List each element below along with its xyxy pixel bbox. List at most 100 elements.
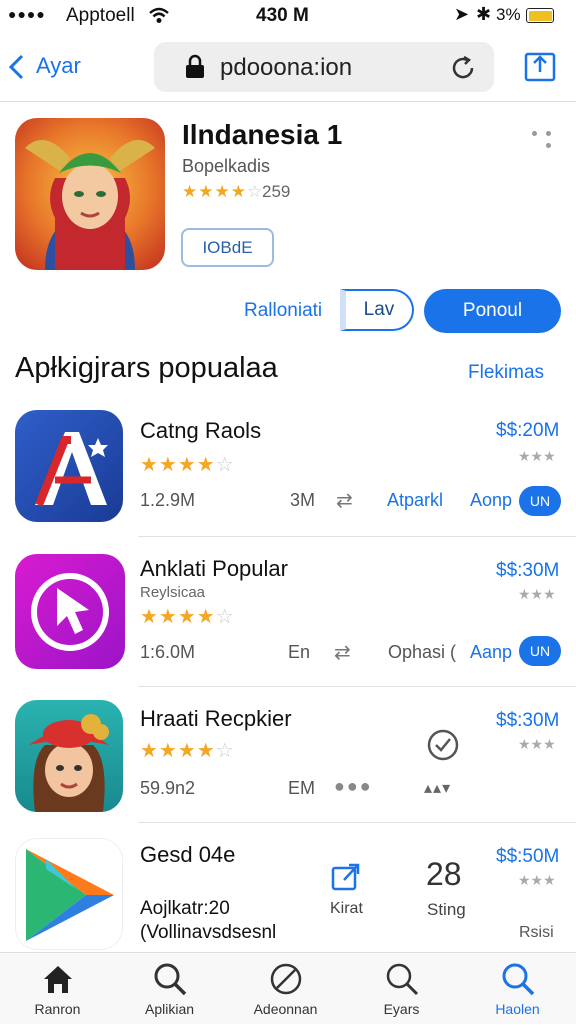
tab-label: Aplikian xyxy=(144,1001,195,1017)
carrier-label: Apptoell xyxy=(66,5,135,26)
tab-label: Ranron xyxy=(34,1001,81,1017)
search-icon xyxy=(154,963,187,996)
home-icon xyxy=(44,966,72,993)
tab-active[interactable]: Haolen xyxy=(460,953,575,1025)
app-detail-line: (Vollinavsdsesnl xyxy=(140,922,277,943)
app-name: Catng Raols xyxy=(140,418,262,443)
search-icon xyxy=(386,963,419,996)
divider xyxy=(138,536,576,537)
tab-search[interactable]: Eyars xyxy=(344,953,459,1025)
featured-app: Ilndanesia 1 Bopelkadis ★★★★☆ 259 IOBdE … xyxy=(0,103,576,343)
share-icon[interactable] xyxy=(330,860,362,892)
wifi-icon xyxy=(149,7,169,23)
app-meta: 3M xyxy=(290,490,316,510)
bluetooth-icon: ✱ xyxy=(476,4,492,24)
segment-right[interactable]: Lav xyxy=(340,289,414,331)
app-price: $$:30M xyxy=(496,560,560,581)
app-name: Gesd 04e xyxy=(140,842,236,867)
segment-left[interactable]: Ralloniati xyxy=(244,300,322,322)
chevron-left-icon xyxy=(8,54,24,80)
app-size: 1.2.9M xyxy=(140,490,196,510)
play-cursor-icon xyxy=(31,573,109,651)
app-price: $$:30M xyxy=(496,710,560,731)
install-link[interactable]: Aanp xyxy=(470,642,512,663)
lock-icon xyxy=(186,54,204,78)
more-dots-icon[interactable]: ●●● xyxy=(334,776,373,797)
tab-updates[interactable]: Adeonnan xyxy=(228,953,343,1025)
compass-icon xyxy=(270,963,302,995)
list-item[interactable]: Hraati Recpkier $$:30M ★★★★☆ ★★★ ▴▴▾ 59.… xyxy=(0,694,576,824)
character-illustration xyxy=(25,140,155,270)
list-item[interactable]: Gesd 04e $$:50M ★★★ Kirat 28 Sting Aojlk… xyxy=(0,830,576,952)
reload-icon[interactable] xyxy=(450,54,478,82)
battery-icon xyxy=(526,8,554,23)
app-icon xyxy=(15,700,123,812)
stat-value: 28 xyxy=(426,856,462,892)
app-meta: En xyxy=(288,642,311,662)
app-detail-line: Aojlkatr:20 xyxy=(140,898,230,919)
list-item[interactable]: Catng Raols $$:20M ★★★★☆ ★★★ 1.2.9M 3M ⇄… xyxy=(0,400,576,536)
featured-app-developer: Bopelkadis xyxy=(182,156,271,176)
mini-rating-stars: ★★★ xyxy=(518,736,556,752)
tab-apps[interactable]: Aplikian xyxy=(112,953,227,1025)
location-icon: ➤ xyxy=(454,4,470,24)
app-price: $$:20M xyxy=(496,420,560,441)
app-price: $$:50M xyxy=(496,846,560,867)
share-icon[interactable] xyxy=(522,48,558,84)
compare-icon: ⇄ xyxy=(334,642,351,664)
stat-label: Sting xyxy=(427,900,466,919)
mini-rating-stars: ★★★ xyxy=(518,448,556,464)
battery-label: 3% xyxy=(496,5,521,24)
install-link[interactable]: Aonp xyxy=(470,490,512,511)
app-icon xyxy=(15,554,125,669)
featured-app-rating-stars: ★★★★☆ xyxy=(182,182,264,201)
tab-label: Adeonnan xyxy=(253,1001,318,1017)
rating-stars: ★★★★☆ xyxy=(140,740,235,762)
status-bar: ●●●● Apptoell 430 M ➤ ✱ 3% xyxy=(0,0,576,34)
extra-label: Rsisi xyxy=(519,924,554,941)
app-icon xyxy=(15,410,123,522)
app-action[interactable]: Ophasi ( xyxy=(388,642,456,663)
app-subtitle: Reylsicaa xyxy=(140,584,206,601)
download-button[interactable]: IOBdE xyxy=(181,228,274,267)
see-all-link[interactable]: Flekimas xyxy=(468,362,544,384)
url-text: pdooona:ion xyxy=(220,54,353,81)
section-title: Apłkigjrars popualaa xyxy=(15,352,278,384)
primary-action-button[interactable]: Ponoul xyxy=(424,289,561,333)
featured-app-title: Ilndanesia 1 xyxy=(182,119,343,150)
app-size: 1:6.0M xyxy=(140,642,196,662)
get-button[interactable]: UN xyxy=(519,636,561,666)
tab-label: Eyars xyxy=(383,1001,420,1017)
more-options-icon[interactable] xyxy=(528,131,558,151)
address-bar[interactable]: pdooona:ion xyxy=(154,42,494,92)
compare-icon: ⇄ xyxy=(336,490,353,512)
list-item[interactable]: Anklati Popular Reylsicaa $$:30M ★★★★☆ ★… xyxy=(0,544,576,684)
action-label[interactable]: Kirat xyxy=(330,900,363,918)
chart-mini-icon: ▴▴▾ xyxy=(424,780,452,797)
tab-label: Haolen xyxy=(495,1001,540,1017)
search-icon xyxy=(502,963,535,996)
character-illustration xyxy=(29,714,109,812)
signal-icon: ●●●● xyxy=(8,6,46,22)
tab-bar: Ranron Aplikian Adeonnan Eyars Haolen xyxy=(0,952,576,1024)
browser-nav-bar: Ayar pdooona:ion xyxy=(0,34,576,102)
check-circle-icon[interactable] xyxy=(426,728,460,762)
app-size: 59.9n2 xyxy=(140,778,196,798)
app-name: Anklati Popular xyxy=(140,556,288,581)
play-store-icon xyxy=(26,849,114,941)
app-meta: EM xyxy=(288,778,315,798)
mini-rating-stars: ★★★ xyxy=(518,586,556,602)
rating-stars: ★★★★☆ xyxy=(140,606,235,628)
get-button[interactable]: UN xyxy=(519,486,561,516)
app-name: Hraati Recpkier xyxy=(140,706,292,731)
featured-app-icon[interactable] xyxy=(15,118,165,270)
back-label: Ayar xyxy=(36,53,81,78)
rating-stars: ★★★★☆ xyxy=(140,454,235,476)
mini-rating-stars: ★★★ xyxy=(518,872,556,888)
app-icon xyxy=(15,838,123,950)
app-action[interactable]: Atparkl xyxy=(387,490,443,511)
clock-label: 430 M xyxy=(256,5,309,26)
tab-home[interactable]: Ranron xyxy=(0,953,115,1025)
letter-a-icon xyxy=(35,432,108,507)
featured-app-rating-count: 259 xyxy=(262,182,291,201)
